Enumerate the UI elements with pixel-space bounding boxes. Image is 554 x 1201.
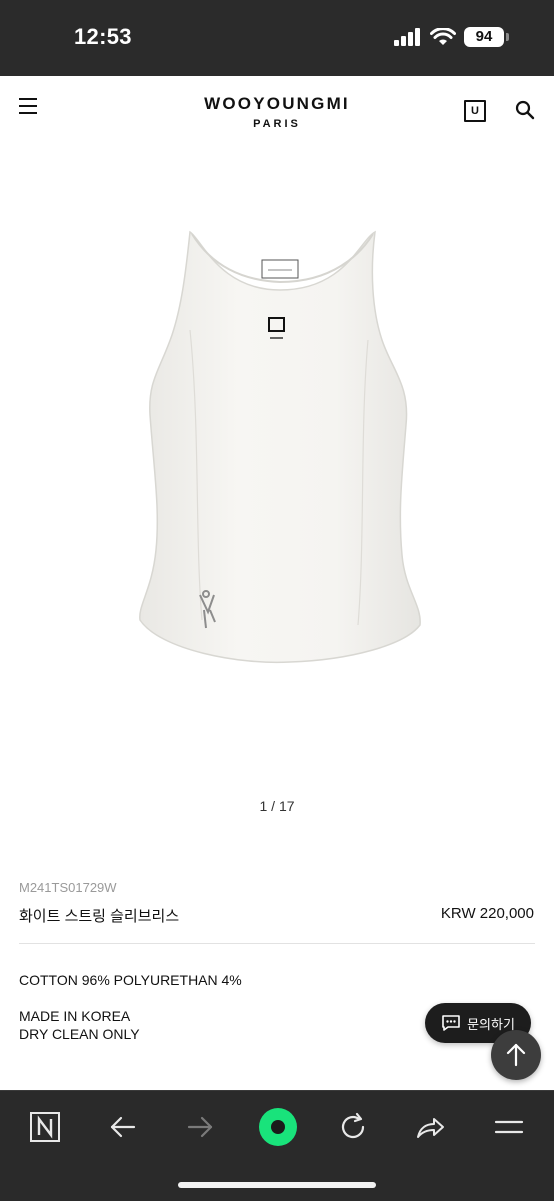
product-name: 화이트 스트링 슬리브리스	[19, 908, 180, 925]
status-bar: 12:53 94	[0, 0, 554, 76]
search-icon[interactable]	[515, 100, 535, 120]
back-arrow-icon[interactable]	[105, 1109, 141, 1145]
reload-icon[interactable]	[335, 1109, 371, 1145]
menu-lines-icon[interactable]	[491, 1109, 527, 1145]
product-origin: MADE IN KOREA	[19, 1008, 131, 1024]
site-header: WOOYOUNGMI PARIS U	[0, 76, 554, 146]
product-composition: COTTON 96% POLYURETHAN 4%	[19, 972, 242, 988]
image-pager: 1 / 17	[259, 798, 295, 814]
product-price: KRW 220,000	[440, 905, 534, 922]
naver-n-icon[interactable]	[27, 1109, 63, 1145]
scroll-top-button[interactable]	[491, 1030, 541, 1080]
home-indicator[interactable]	[178, 1182, 376, 1188]
share-icon[interactable]	[412, 1109, 448, 1145]
chat-icon	[442, 1015, 460, 1031]
divider	[19, 943, 535, 944]
product-care: DRY CLEAN ONLY	[19, 1026, 140, 1042]
forward-arrow-icon[interactable]	[182, 1109, 218, 1145]
battery-icon: 94	[464, 27, 509, 47]
signal-icon	[394, 28, 420, 46]
status-icons: 94	[394, 26, 509, 48]
wifi-icon	[430, 28, 456, 45]
product-sku: M241TS01729W	[19, 880, 117, 895]
green-dot-icon[interactable]	[256, 1105, 300, 1149]
product-image[interactable]	[120, 210, 440, 680]
arrow-up-icon	[506, 1043, 526, 1067]
bag-icon[interactable]: U	[464, 100, 486, 122]
status-time: 12:53	[74, 24, 132, 49]
